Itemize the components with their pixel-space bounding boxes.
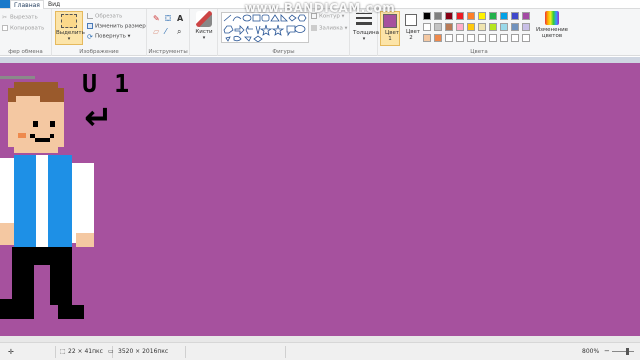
magnifier-icon[interactable]: ⌕	[177, 27, 187, 37]
palette-swatch[interactable]	[467, 34, 475, 42]
palette-swatch[interactable]	[511, 34, 519, 42]
status-divider	[55, 346, 56, 358]
palette-swatch[interactable]	[500, 34, 508, 42]
image-group: Выделить ▾ Обрезать Изменить размер ⟳ Пов…	[52, 9, 147, 56]
palette-swatch[interactable]	[456, 34, 464, 42]
palette-swatch[interactable]	[489, 23, 497, 31]
edit-colors-label: Изменение цветов	[535, 27, 569, 39]
color-picker-icon[interactable]: ⁄	[165, 27, 175, 37]
palette-swatch[interactable]	[489, 34, 497, 42]
canvas-size: 3520 × 2016пкс	[118, 348, 169, 355]
select-icon	[61, 14, 77, 28]
canvas-size-icon: ▭	[108, 348, 114, 355]
size-dropdown-arrow: ▾	[362, 36, 366, 42]
clipboard-group: ✂ Вырезать Копировать фер обмена	[0, 9, 52, 56]
zoom-slider-thumb[interactable]	[626, 348, 629, 355]
color2-button[interactable]: Цвет 2	[403, 11, 421, 41]
colors-group: Цвет 1 Цвет 2 Изменение цветов Цвета	[378, 9, 640, 56]
color1-swatch	[383, 14, 397, 28]
zoom-level: 800%	[582, 348, 600, 355]
size-button[interactable]: Толщина ▾	[353, 13, 379, 42]
copy-icon	[2, 25, 8, 31]
brushes-dropdown-arrow: ▾	[202, 35, 206, 41]
cut-label: Вырезать	[10, 14, 38, 21]
rotate-button[interactable]: ⟳ Повернуть ▾	[87, 33, 130, 41]
status-divider	[185, 346, 186, 358]
select-label: Выделить	[56, 30, 85, 36]
palette-swatch[interactable]	[434, 23, 442, 31]
palette-swatch[interactable]	[478, 34, 486, 42]
palette-swatch[interactable]	[456, 23, 464, 31]
palette-swatch[interactable]	[500, 23, 508, 31]
color1-label: Цвет 1	[385, 30, 400, 42]
eraser-icon[interactable]: ▱	[153, 27, 163, 37]
palette-swatch[interactable]	[522, 23, 530, 31]
brushes-group: Кисти ▾	[190, 9, 218, 56]
cursor-position: 22 × 41пкс	[68, 348, 103, 355]
rotate-label: Повернуть	[95, 33, 126, 40]
fill-label: Заливка	[319, 25, 343, 32]
cursor-position-icon: ✛	[8, 348, 14, 356]
shapes-group-label: Фигуры	[272, 49, 295, 55]
palette-swatch[interactable]	[445, 23, 453, 31]
shapes-group: Контур ▾ Заливка ▾ Фигуры	[218, 9, 350, 56]
palette-swatch[interactable]	[522, 34, 530, 42]
palette-swatch[interactable]	[445, 34, 453, 42]
image-group-label: Изображение	[79, 49, 119, 55]
size-label: Толщина	[353, 30, 379, 36]
select-button[interactable]: Выделить ▾	[55, 11, 85, 45]
status-bar: ✛ ⬚ 22 × 41пкс ▭ 3520 × 2016пкс 800% −	[0, 342, 640, 360]
copy-label: Копировать	[10, 25, 45, 32]
palette-swatch[interactable]	[467, 23, 475, 31]
colors-group-label: Цвета	[470, 49, 488, 55]
clipboard-group-label: фер обмена	[8, 49, 43, 55]
ribbon: ✂ Вырезать Копировать фер обмена Выделить…	[0, 9, 640, 56]
color2-swatch	[405, 14, 417, 26]
size-group: Толщина ▾	[350, 9, 379, 56]
status-divider	[285, 346, 286, 358]
fill-bucket-icon[interactable]: ⛋	[165, 14, 175, 24]
zoom-out-icon[interactable]: −	[604, 347, 610, 355]
rotate-icon: ⟳	[87, 33, 93, 41]
bandicam-watermark: www.BANDICAM.com	[244, 1, 396, 15]
resize-icon	[87, 23, 93, 29]
palette-swatch[interactable]	[511, 23, 519, 31]
pencil-icon[interactable]: ✎	[153, 14, 163, 24]
resize-button[interactable]: Изменить размер	[87, 23, 146, 30]
selection-icon: ⬚	[60, 348, 66, 355]
copy-button[interactable]: Копировать	[2, 25, 44, 32]
shapes-gallery-icons	[223, 14, 307, 43]
drawing-canvas[interactable]: U 1 ↵	[0, 63, 640, 336]
tools-group-label: Инструменты	[148, 49, 188, 55]
canvas-arrow: ↵	[84, 98, 113, 138]
brushes-button[interactable]: Кисти ▾	[193, 11, 215, 41]
palette-swatch[interactable]	[423, 34, 431, 42]
select-dropdown-arrow: ▾	[67, 36, 71, 42]
canvas-text-u1: U 1	[82, 69, 131, 98]
text-tool-icon[interactable]: A	[177, 14, 187, 24]
edit-colors-button[interactable]: Изменение цветов	[535, 11, 569, 39]
zoom-slider[interactable]	[612, 351, 634, 352]
shapes-gallery[interactable]	[221, 12, 309, 43]
tools-group: ✎ ⛋ A ▱ ⁄ ⌕ Инструменты	[147, 9, 190, 56]
fill-icon	[311, 25, 317, 31]
palette-swatch[interactable]	[478, 23, 486, 31]
palette-swatch[interactable]	[434, 34, 442, 42]
palette-swatch[interactable]	[423, 23, 431, 31]
resize-label: Изменить размер	[95, 23, 146, 30]
fill-dropdown[interactable]: Заливка ▾	[311, 25, 347, 32]
color2-label: Цвет 2	[406, 29, 421, 41]
canvas-workarea: U 1 ↵	[0, 57, 640, 342]
color1-button[interactable]: Цвет 1	[380, 11, 400, 46]
